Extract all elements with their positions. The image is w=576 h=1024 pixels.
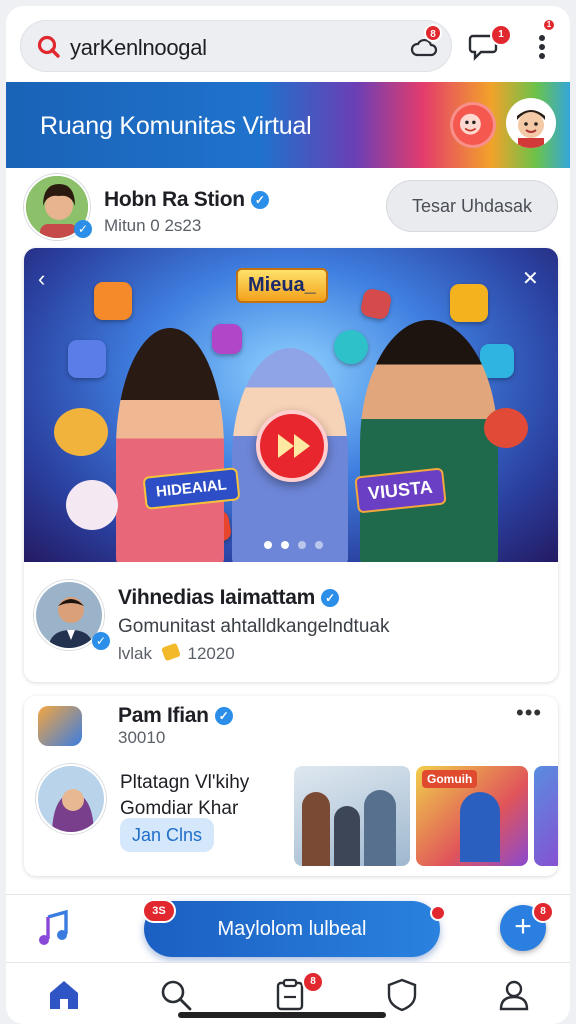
more-badge: 1: [542, 18, 556, 32]
caption-verified-icon: ✓: [92, 632, 110, 650]
action-bar: Maylolom lulbeal 3S + 8: [6, 894, 570, 962]
search-logo-icon: [37, 35, 60, 58]
cta-button[interactable]: Maylolom lulbeal: [144, 901, 440, 957]
post-card: ‹ ✕ Mieua_ HIDEAIAL VIUSTA ✓ Vihnedias I…: [24, 248, 558, 682]
author-verified-icon: ✓: [74, 220, 92, 238]
card2-name[interactable]: Pam Ifian: [118, 704, 209, 727]
fox-mascot: [54, 408, 108, 456]
community-banner[interactable]: Ruang Komunitas Virtual: [6, 82, 570, 168]
search-query[interactable]: yarKenlnoogal: [70, 35, 207, 61]
ellipsis-icon[interactable]: •••: [516, 700, 542, 726]
discord-app-icon: [334, 330, 368, 364]
chat-badge: 1: [490, 24, 512, 46]
coin-icon: [160, 642, 181, 662]
more-vertical-icon[interactable]: [528, 26, 556, 66]
person-right: [360, 320, 498, 562]
media-carousel[interactable]: ‹ ✕ Mieua_ HIDEAIAL VIUSTA: [24, 248, 558, 562]
author-name-row: Hobn Ra Stion ✓: [104, 188, 269, 212]
play-icon[interactable]: [256, 410, 328, 482]
user-avatar[interactable]: [506, 98, 556, 148]
carousel-dot[interactable]: [281, 541, 289, 549]
person-left: [116, 328, 224, 562]
mascot-avatar: [450, 102, 496, 148]
post-header: ✓ Hobn Ra Stion ✓ Mitun 0 2s23 Tesar Uhda…: [6, 168, 570, 246]
cta-dot-badge: [430, 905, 446, 921]
shield-icon[interactable]: [384, 977, 420, 1013]
close-icon[interactable]: ✕: [522, 266, 539, 291]
cat-mascot: [484, 408, 528, 448]
chat-app-icon: [68, 340, 106, 378]
home-icon[interactable]: [46, 977, 82, 1013]
thumbnail-2[interactable]: Gomuih: [416, 766, 528, 866]
message-app-icon: [212, 324, 242, 354]
post-card-2: Pam Ifian ✓ 30010 ••• Pltatagn Vl'kihy Go…: [24, 696, 558, 876]
caption-count: 12020: [187, 644, 235, 663]
cta-left-badge: 3S: [142, 899, 176, 923]
card2-user-line2: Gomdiar Khar: [120, 798, 239, 819]
thumbnail-1[interactable]: [294, 766, 410, 866]
caption-text: Gomunitast ahtalldkangelndtuak: [118, 616, 390, 637]
app-screen: yarKenlnoogal 8 1 1 Ruang Komunitas Virt…: [6, 6, 570, 1024]
tasks-badge: 8: [302, 971, 324, 993]
fab-badge: 8: [532, 901, 554, 923]
thumb-person: [302, 792, 330, 866]
banner-title: Ruang Komunitas Virtual: [40, 112, 312, 140]
chevron-left-icon[interactable]: ‹: [38, 266, 45, 292]
follow-button[interactable]: Tesar Uhdasak: [386, 180, 558, 232]
profile-icon[interactable]: [496, 977, 532, 1013]
thumbnail-3[interactable]: [534, 766, 558, 866]
card2-user-avatar[interactable]: [36, 764, 106, 834]
bunny-mascot: [66, 480, 118, 530]
post-caption: ✓ Vihnedias Iaimattam ✓ Gomunitast ahtall…: [24, 562, 558, 682]
home-app-icon: [94, 282, 132, 320]
card2-user-line1: Pltatagn Vl'kihy: [120, 772, 250, 793]
caption-author-row: Vihnedias Iaimattam ✓: [118, 586, 339, 610]
app-logo-icon[interactable]: [38, 706, 82, 746]
author-name[interactable]: Hobn Ra Stion: [104, 188, 245, 211]
music-note-icon[interactable]: [36, 909, 72, 947]
music-note-icon: [450, 284, 488, 322]
card2-meta: 30010: [118, 728, 166, 747]
verified-icon: ✓: [321, 589, 339, 607]
verified-icon: ✓: [214, 707, 233, 725]
card2-name-row: Pam Ifian ✓: [118, 704, 233, 728]
thumb-person: [460, 792, 500, 862]
carousel-dot[interactable]: [315, 541, 323, 549]
thumb-person: [364, 790, 396, 866]
caption-meta: lvlak: [118, 644, 153, 663]
home-indicator: [178, 1012, 386, 1018]
verified-icon: ✓: [250, 191, 269, 209]
thumb-person: [334, 806, 360, 866]
media-tag: Mieua_: [236, 268, 328, 303]
thumb-caption: Gomuih: [422, 770, 478, 788]
cloud-badge: 8: [424, 24, 442, 42]
search-bar[interactable]: yarKenlnoogal 8: [20, 20, 452, 72]
carousel-dots[interactable]: [264, 536, 332, 554]
carousel-dot[interactable]: [298, 541, 306, 549]
search-icon[interactable]: [158, 977, 194, 1013]
caption-author[interactable]: Vihnedias Iaimattam: [118, 586, 315, 609]
send-app-icon: [359, 287, 393, 321]
caption-meta-row: lvlak 12020: [118, 642, 235, 664]
card2-tag-pill[interactable]: Jan Clns: [120, 818, 215, 852]
carousel-dot[interactable]: [264, 541, 272, 549]
author-meta: Mitun 0 2s23: [104, 216, 202, 235]
top-bar: yarKenlnoogal 8 1 1: [6, 6, 570, 82]
